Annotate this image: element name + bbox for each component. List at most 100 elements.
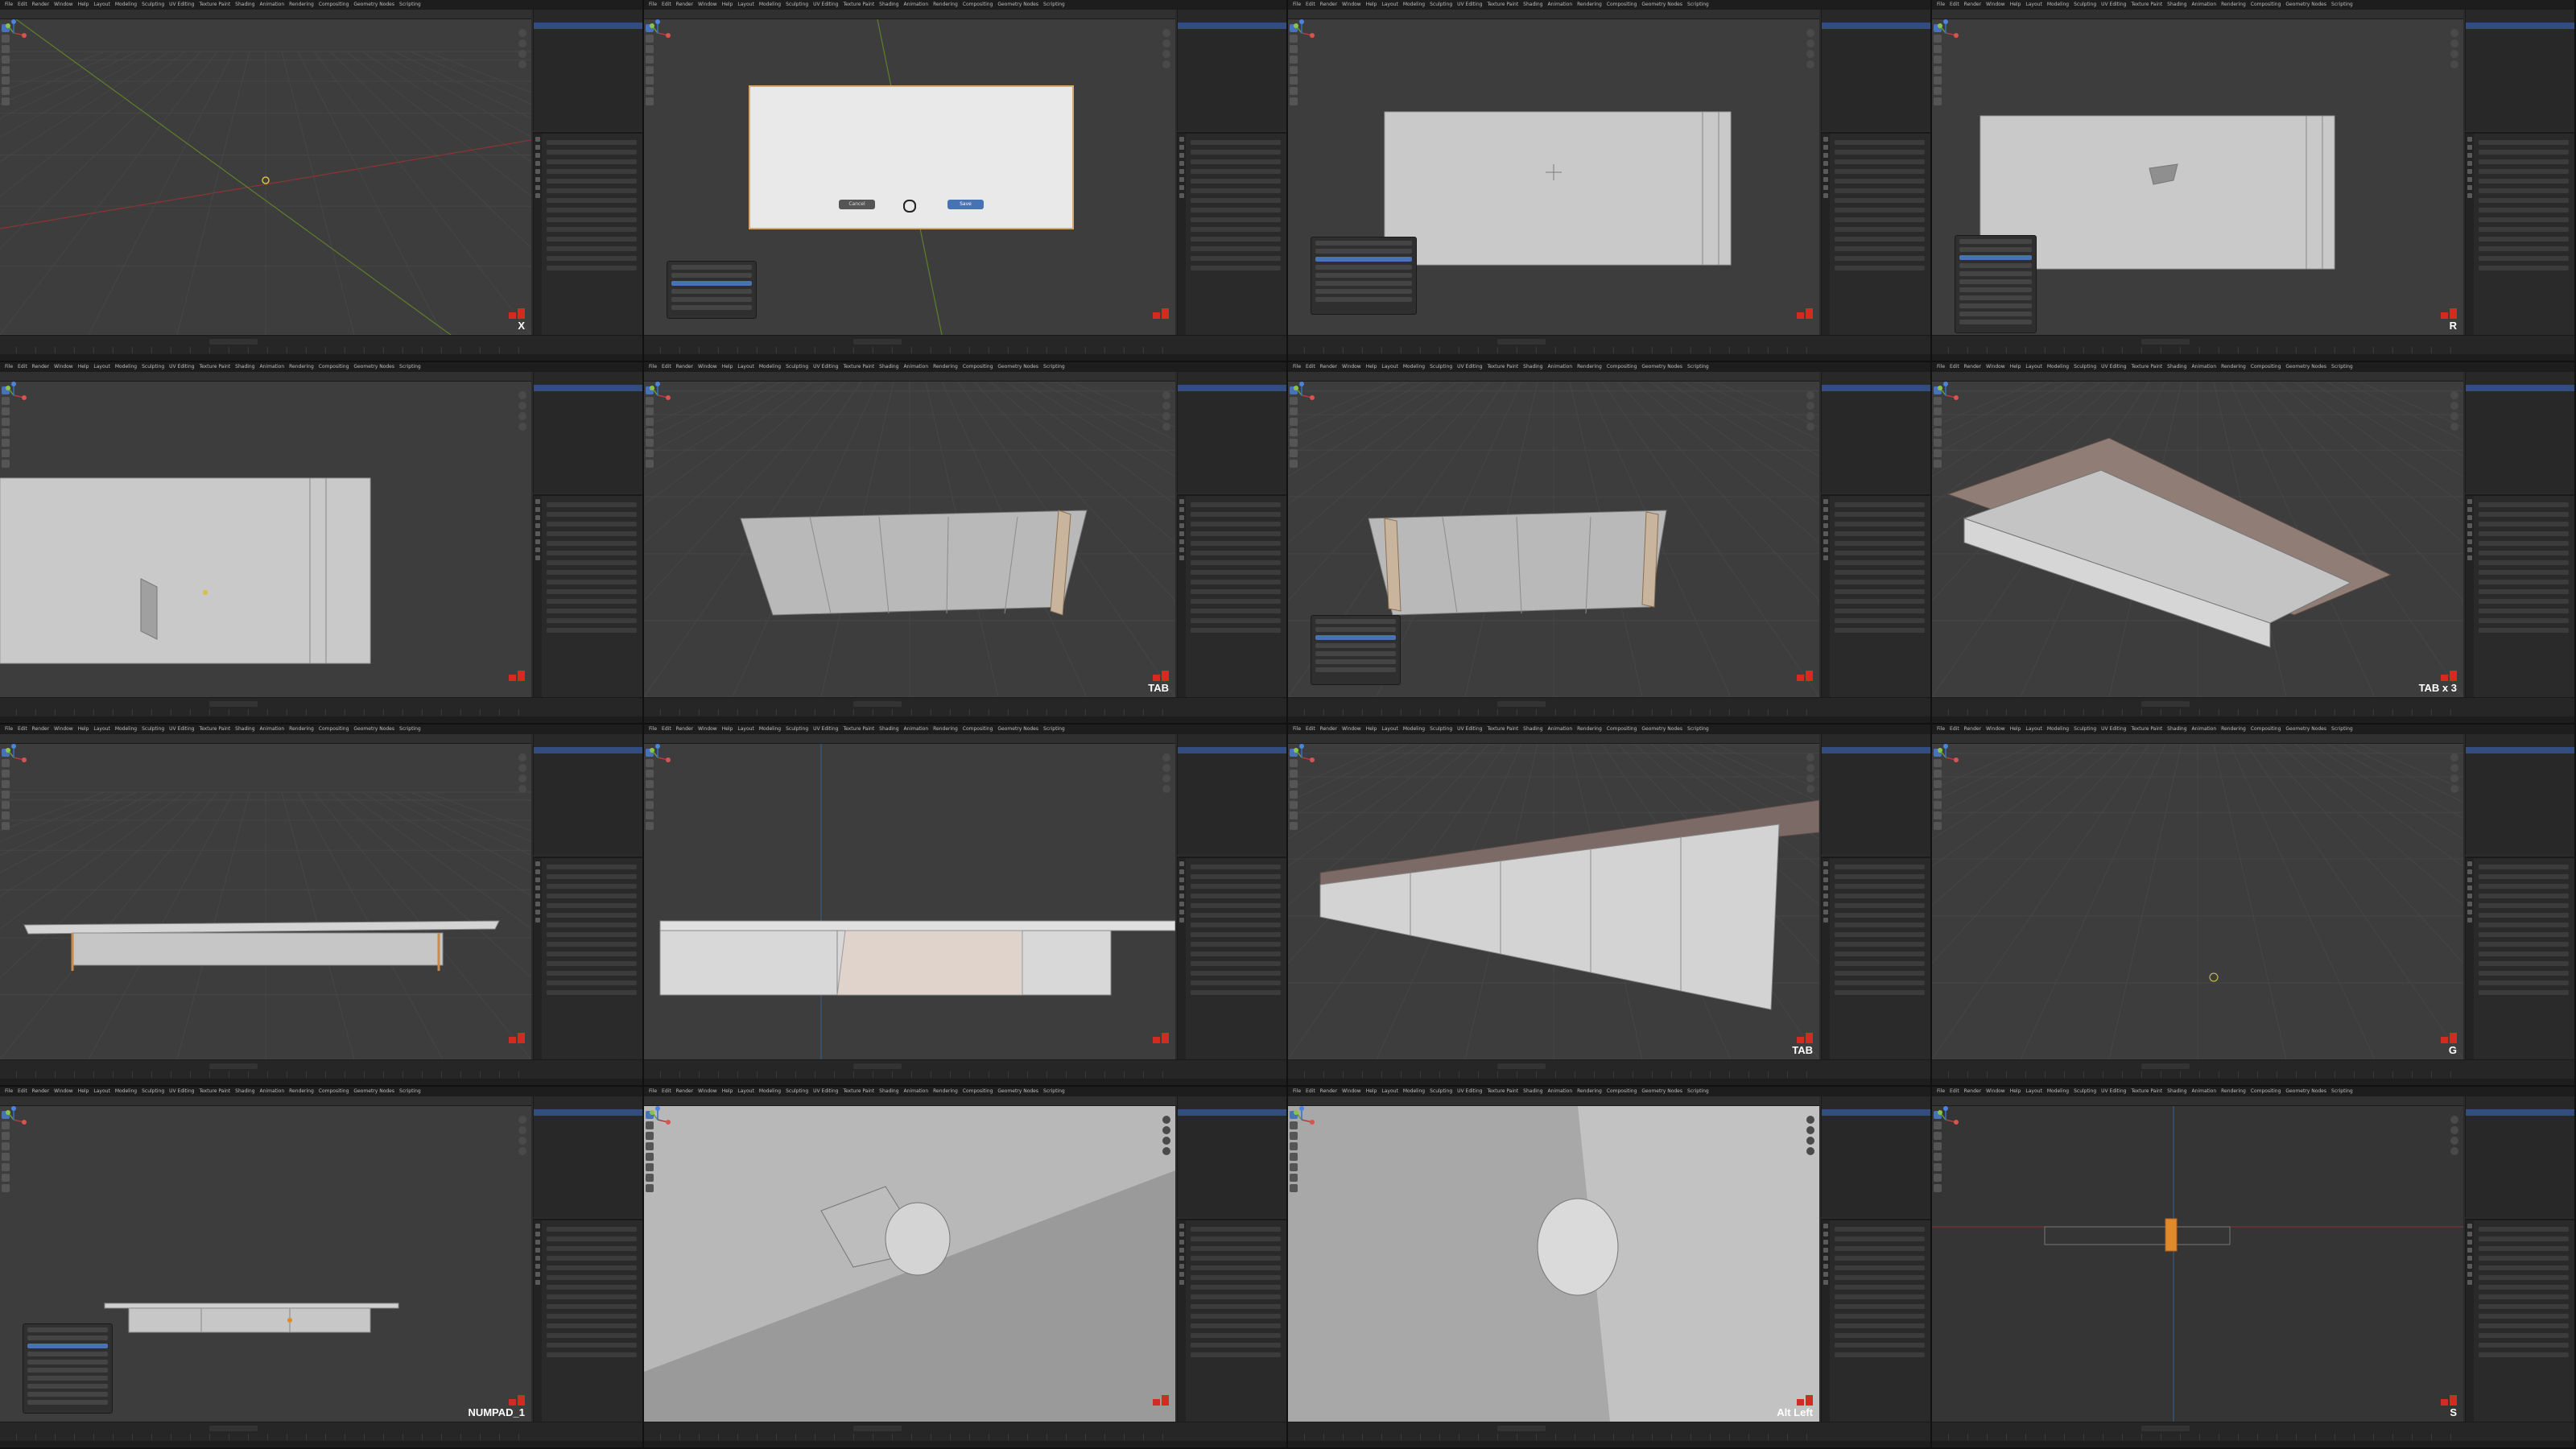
workspace-tab[interactable]: Sculpting bbox=[2074, 1088, 2096, 1094]
material-tab-icon[interactable] bbox=[535, 555, 540, 560]
outliner-row[interactable] bbox=[1822, 1103, 1930, 1109]
workspace-tab[interactable]: Animation bbox=[260, 364, 285, 369]
workspace-tab[interactable]: UV Editing bbox=[813, 726, 838, 732]
menu-item[interactable]: Edit bbox=[1950, 364, 1959, 369]
3d-viewport[interactable]: TAB x 3 bbox=[1932, 382, 2463, 697]
navigation-gizmo-icon[interactable] bbox=[644, 382, 671, 409]
property-field[interactable] bbox=[1191, 618, 1281, 623]
outliner-row[interactable] bbox=[1822, 1109, 1930, 1116]
top-menu-bar[interactable]: File Edit Render Window Help Layout Modeling Sc… bbox=[1288, 362, 1930, 372]
workspace-tab[interactable]: Compositing bbox=[2251, 1088, 2281, 1094]
top-menu-bar[interactable]: File Edit Render Window Help Layout Modeling Sc… bbox=[1288, 1087, 1930, 1096]
view-nav-buttons[interactable] bbox=[1162, 1116, 1170, 1158]
transform-tool-icon[interactable] bbox=[1934, 439, 1942, 447]
property-field[interactable] bbox=[2479, 580, 2569, 584]
modifier-tab-icon[interactable] bbox=[1823, 547, 1828, 552]
property-field[interactable] bbox=[547, 179, 637, 184]
property-field[interactable] bbox=[2479, 874, 2569, 879]
outliner-row[interactable] bbox=[2466, 1129, 2574, 1135]
workspace-tab[interactable]: UV Editing bbox=[1457, 1088, 1482, 1094]
render-tab-icon[interactable] bbox=[535, 1232, 540, 1236]
workspace-tab[interactable]: Rendering bbox=[1577, 364, 1602, 369]
rotate-tool-icon[interactable] bbox=[2, 56, 10, 64]
zoom-icon[interactable] bbox=[2450, 391, 2458, 399]
property-field[interactable] bbox=[1835, 159, 1925, 164]
tool-tab-icon[interactable] bbox=[1823, 1224, 1828, 1228]
properties-tabs[interactable] bbox=[2466, 858, 2474, 1061]
pan-icon[interactable] bbox=[1162, 39, 1170, 47]
property-field[interactable] bbox=[1191, 609, 1281, 613]
navigation-gizmo-icon[interactable] bbox=[1288, 19, 1315, 47]
perspective-toggle-icon[interactable] bbox=[518, 423, 526, 431]
property-field[interactable] bbox=[1191, 541, 1281, 546]
top-menu-bar[interactable]: File Edit Render Window Help Layout Modeling Sc… bbox=[644, 1087, 1286, 1096]
outliner-row[interactable] bbox=[1178, 372, 1286, 378]
view-nav-buttons[interactable] bbox=[1162, 391, 1170, 433]
measure-tool-icon[interactable] bbox=[1934, 97, 1942, 105]
output-tab-icon[interactable] bbox=[535, 153, 540, 158]
rotate-tool-icon[interactable] bbox=[1934, 418, 1942, 426]
menu-item[interactable]: Window bbox=[54, 726, 73, 732]
rotate-tool-icon[interactable] bbox=[646, 418, 654, 426]
workspace-tab[interactable]: Texture Paint bbox=[843, 2, 874, 7]
scene-tab-icon[interactable] bbox=[1823, 161, 1828, 166]
workspace-tab[interactable]: Rendering bbox=[933, 726, 958, 732]
perspective-toggle-icon[interactable] bbox=[518, 1147, 526, 1155]
menu-item[interactable]: File bbox=[5, 364, 13, 369]
measure-tool-icon[interactable] bbox=[646, 97, 654, 105]
object-tab-icon[interactable] bbox=[1823, 177, 1828, 182]
viewport-header[interactable] bbox=[644, 1096, 1175, 1106]
workspace-tab[interactable]: Compositing bbox=[963, 364, 993, 369]
outliner-row[interactable] bbox=[1178, 1122, 1286, 1129]
workspace-tab[interactable]: Modeling bbox=[759, 364, 781, 369]
viewport-header[interactable] bbox=[1288, 734, 1819, 744]
property-field[interactable] bbox=[1191, 150, 1281, 155]
property-field[interactable] bbox=[1191, 531, 1281, 536]
menu-item[interactable]: Edit bbox=[18, 364, 27, 369]
world-tab-icon[interactable] bbox=[1179, 1256, 1184, 1261]
outliner-row[interactable] bbox=[1178, 1109, 1286, 1116]
playback-controls[interactable] bbox=[1497, 1063, 1546, 1069]
workspace-tab[interactable]: Layout bbox=[2025, 726, 2041, 732]
view-nav-buttons[interactable] bbox=[2450, 391, 2458, 433]
property-field[interactable] bbox=[547, 923, 637, 927]
render-tab-icon[interactable] bbox=[1823, 507, 1828, 512]
property-field[interactable] bbox=[547, 541, 637, 546]
3d-viewport[interactable]: TAB bbox=[1288, 744, 1819, 1059]
property-field[interactable] bbox=[2479, 1314, 2569, 1319]
material-tab-icon[interactable] bbox=[1823, 918, 1828, 923]
outliner-panel[interactable] bbox=[1821, 372, 1930, 493]
workspace-tab[interactable]: Shading bbox=[879, 364, 898, 369]
pan-icon[interactable] bbox=[2450, 1126, 2458, 1134]
workspace-tab[interactable]: Shading bbox=[235, 364, 254, 369]
object-tab-icon[interactable] bbox=[535, 1264, 540, 1269]
property-field[interactable] bbox=[2479, 179, 2569, 184]
3d-viewport[interactable]: Cancel Save bbox=[644, 19, 1175, 335]
workspace-tab[interactable]: Rendering bbox=[289, 726, 314, 732]
view-nav-buttons[interactable] bbox=[1806, 1116, 1814, 1158]
property-field[interactable] bbox=[1191, 560, 1281, 565]
property-field[interactable] bbox=[1191, 140, 1281, 145]
modifier-tab-icon[interactable] bbox=[535, 910, 540, 914]
property-field[interactable] bbox=[2479, 599, 2569, 604]
property-field[interactable] bbox=[1835, 874, 1925, 879]
property-field[interactable] bbox=[547, 551, 637, 555]
workspace-tab[interactable]: Scripting bbox=[399, 1088, 421, 1094]
property-field[interactable] bbox=[1191, 570, 1281, 575]
workspace-tab[interactable]: Shading bbox=[235, 726, 254, 732]
property-field[interactable] bbox=[547, 1343, 637, 1348]
transform-tool-icon[interactable] bbox=[1290, 439, 1298, 447]
property-field[interactable] bbox=[2479, 884, 2569, 889]
properties-tabs[interactable] bbox=[1822, 496, 1830, 699]
property-field[interactable] bbox=[1191, 1236, 1281, 1241]
menu-item[interactable]: File bbox=[5, 2, 13, 7]
property-field[interactable] bbox=[1835, 570, 1925, 575]
timeline-ruler[interactable] bbox=[660, 1434, 1167, 1440]
measure-tool-icon[interactable] bbox=[1290, 97, 1298, 105]
menu-item[interactable]: File bbox=[1937, 364, 1945, 369]
scene-tab-icon[interactable] bbox=[1179, 161, 1184, 166]
workspace-tab[interactable]: Animation bbox=[904, 1088, 929, 1094]
render-tab-icon[interactable] bbox=[1823, 1232, 1828, 1236]
object-tab-icon[interactable] bbox=[535, 177, 540, 182]
pan-icon[interactable] bbox=[2450, 402, 2458, 410]
